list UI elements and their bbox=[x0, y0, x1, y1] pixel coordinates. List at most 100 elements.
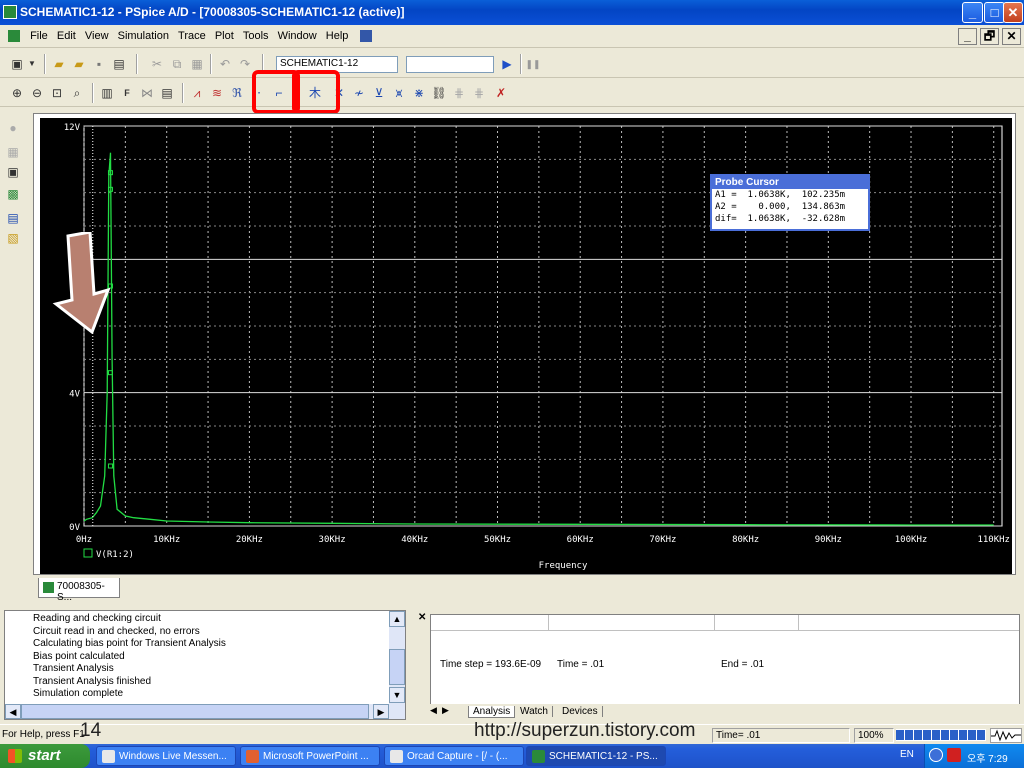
document-icon[interactable] bbox=[8, 30, 20, 42]
plot-tab[interactable]: 70008305-S... bbox=[38, 578, 120, 603]
net-icon[interactable]: ▩ bbox=[4, 185, 22, 203]
y-tick-label: 4V bbox=[69, 390, 80, 400]
zoom-in-icon[interactable]: ⊕ bbox=[8, 84, 26, 102]
tab-devices[interactable]: Devices bbox=[558, 706, 603, 717]
taskbar: start Windows Live Messen... Microsoft P… bbox=[0, 744, 1024, 768]
undo-icon[interactable]: ↶ bbox=[216, 55, 234, 73]
zoom-out-icon[interactable]: ⊖ bbox=[28, 84, 46, 102]
tab-next-icon[interactable]: ▶ bbox=[442, 705, 449, 716]
x-tick-label: 70KHz bbox=[649, 535, 676, 545]
log-x-icon[interactable]: ▥ bbox=[98, 84, 116, 102]
new-dropdown-icon[interactable]: ▼ bbox=[26, 55, 38, 73]
menu-tools[interactable]: Tools bbox=[240, 26, 272, 46]
cursor-search-icon[interactable]: ⋇ bbox=[410, 84, 428, 102]
language-indicator[interactable]: EN bbox=[900, 749, 914, 760]
binoculars-icon[interactable]: ⛓ bbox=[430, 84, 448, 102]
save-icon[interactable]: ▪ bbox=[90, 55, 108, 73]
open-folder-icon[interactable]: ▰ bbox=[50, 55, 68, 73]
label-point-icon[interactable]: ✗ bbox=[492, 84, 510, 102]
simulation-status-pane: Time step = 193.6E-09 Time = .01 End = .… bbox=[430, 614, 1020, 706]
mdi-close-button[interactable]: ✕ bbox=[1002, 28, 1021, 45]
scroll-left-icon[interactable]: ◀ bbox=[5, 704, 21, 719]
task-pspice[interactable]: SCHEMATIC1-12 - PS... bbox=[526, 746, 666, 766]
part-icon[interactable]: ▦ bbox=[4, 143, 22, 161]
menu-window[interactable]: Window bbox=[275, 26, 320, 46]
menu-trace[interactable]: Trace bbox=[175, 26, 209, 46]
cursor-min-icon[interactable]: ≁ bbox=[350, 84, 368, 102]
scroll-up-icon[interactable]: ▲ bbox=[389, 611, 405, 627]
antivirus-icon[interactable] bbox=[947, 748, 961, 762]
open-file-icon[interactable]: ▰ bbox=[70, 55, 88, 73]
cursor-point-icon[interactable]: ⩙ bbox=[390, 84, 408, 102]
paste-icon[interactable]: ▦ bbox=[188, 55, 206, 73]
progress-block bbox=[905, 730, 913, 740]
performance-icon[interactable]: ⋈ bbox=[138, 84, 156, 102]
menu-edit[interactable]: Edit bbox=[54, 26, 79, 46]
menu-plot[interactable]: Plot bbox=[212, 26, 237, 46]
tab-watch[interactable]: Watch bbox=[516, 706, 553, 717]
x-tick-label: 20KHz bbox=[236, 535, 263, 545]
pin-icon[interactable]: ● bbox=[4, 119, 22, 137]
tab-analysis[interactable]: Analysis bbox=[468, 706, 516, 718]
maximize-button[interactable]: □ bbox=[984, 2, 1005, 23]
prev-transition-icon[interactable]: ⋕ bbox=[470, 84, 488, 102]
system-tray: 오후 7:29 bbox=[924, 744, 1024, 768]
zoom-area-icon[interactable]: ⊡ bbox=[48, 84, 66, 102]
print-icon[interactable]: ▤ bbox=[110, 55, 128, 73]
left-tool-strip: ● ▦ ▣ ▩ ▤ ▧ bbox=[0, 113, 27, 253]
minimize-button[interactable]: _ bbox=[962, 2, 983, 23]
close-button[interactable]: ✕ bbox=[1003, 2, 1023, 23]
separator bbox=[520, 54, 522, 74]
vertical-scrollbar[interactable]: ▲ ▼ bbox=[389, 611, 405, 704]
task-messenger[interactable]: Windows Live Messen... bbox=[96, 746, 236, 766]
help-icon[interactable] bbox=[360, 30, 373, 42]
x-tick-label: 10KHz bbox=[153, 535, 180, 545]
pspice-app-icon[interactable] bbox=[3, 5, 17, 19]
bus-icon[interactable]: ▧ bbox=[4, 229, 22, 247]
scroll-right-icon[interactable]: ▶ bbox=[373, 704, 389, 719]
menu-file[interactable]: File bbox=[27, 26, 51, 46]
eval-measurement-icon[interactable]: ≋ bbox=[208, 84, 226, 102]
fft-icon[interactable]: F bbox=[118, 84, 136, 102]
legend-label: V(R1:2) bbox=[96, 550, 134, 560]
task-powerpoint[interactable]: Microsoft PowerPoint ... bbox=[240, 746, 380, 766]
horizontal-scrollbar[interactable]: ◀ ▶ bbox=[5, 704, 405, 719]
run-icon[interactable]: ▶ bbox=[498, 55, 516, 73]
log-y-icon[interactable]: ▤ bbox=[158, 84, 176, 102]
status-header-cell bbox=[549, 615, 715, 631]
redo-icon[interactable]: ↷ bbox=[236, 55, 254, 73]
mdi-minimize-button[interactable]: _ bbox=[958, 28, 977, 45]
wire-icon[interactable]: ▣ bbox=[4, 163, 22, 181]
probe-plot[interactable]: 0Hz 10KHz 20KHz 30KHz 40KHz 50KHz 60KHz 70KHz 80… bbox=[40, 118, 1012, 574]
cursor-max-icon[interactable]: ⊻ bbox=[370, 84, 388, 102]
mark-label-icon[interactable]: ℜ bbox=[228, 84, 246, 102]
second-combo[interactable] bbox=[406, 56, 494, 73]
plot-tab-label: 70008305-S... bbox=[57, 581, 105, 603]
x-tick-label: 60KHz bbox=[567, 535, 594, 545]
task-orcad[interactable]: Orcad Capture - [/ - (... bbox=[384, 746, 524, 766]
new-icon[interactable]: ▣ bbox=[8, 55, 26, 73]
hscroll-thumb[interactable] bbox=[21, 704, 369, 719]
legend-marker bbox=[83, 548, 93, 558]
scroll-down-icon[interactable]: ▼ bbox=[389, 687, 405, 703]
clock: 오후 7:29 bbox=[967, 754, 1008, 765]
menu-view[interactable]: View bbox=[82, 26, 112, 46]
mdi-restore-button[interactable]: 🗗 bbox=[980, 28, 999, 45]
zoom-fit-icon[interactable]: ⌕ bbox=[68, 84, 86, 102]
cut-icon[interactable]: ✂ bbox=[148, 55, 166, 73]
sim-pane-close[interactable]: ✕ bbox=[418, 612, 426, 623]
next-transition-icon[interactable]: ⋕ bbox=[450, 84, 468, 102]
highlight-box bbox=[292, 70, 340, 114]
copy-icon[interactable]: ⧉ bbox=[168, 55, 186, 73]
tab-prev-icon[interactable]: ◀ bbox=[430, 705, 437, 716]
menu-help[interactable]: Help bbox=[323, 26, 352, 46]
menu-simulation[interactable]: Simulation bbox=[115, 26, 172, 46]
scroll-thumb[interactable] bbox=[389, 649, 405, 685]
start-button[interactable]: start bbox=[0, 744, 90, 768]
status-header-cell bbox=[431, 615, 549, 631]
list-icon[interactable]: ▤ bbox=[4, 209, 22, 227]
probe-cursor-window[interactable]: Probe Cursor A1 = 1.0638K, 102.235m A2 =… bbox=[710, 174, 870, 231]
pause-icon[interactable]: ❚❚ bbox=[524, 55, 542, 73]
tray-arrow-icon[interactable] bbox=[929, 748, 943, 762]
add-trace-icon[interactable]: ⩘ bbox=[188, 84, 206, 102]
